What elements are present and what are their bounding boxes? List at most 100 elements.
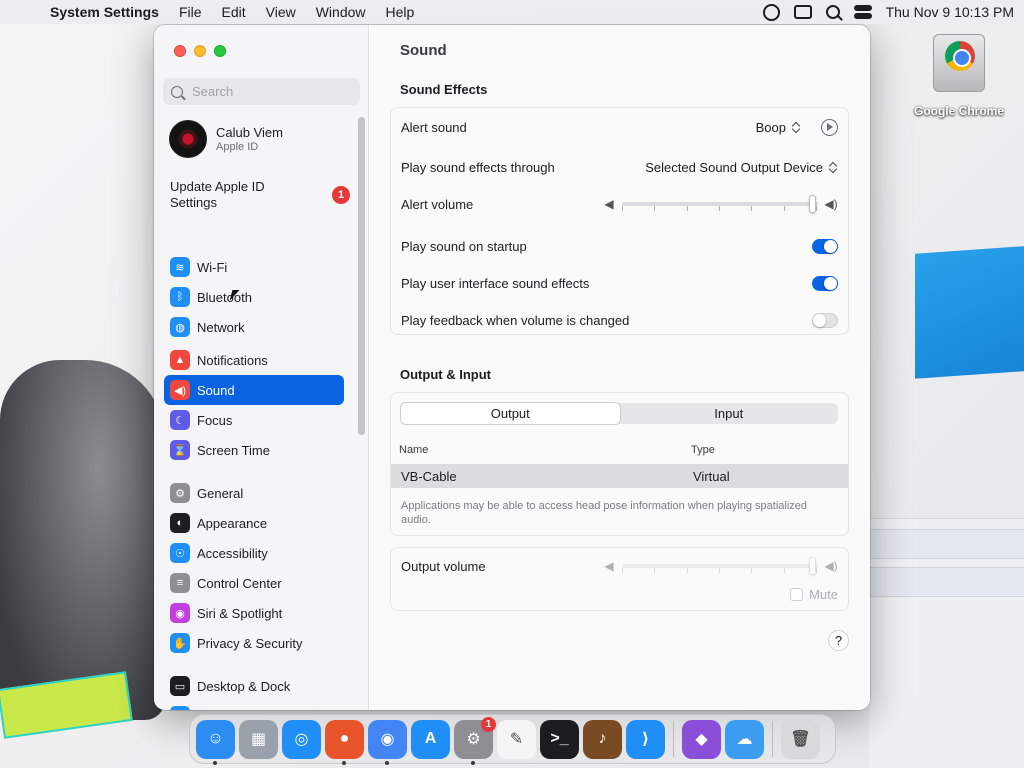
- startup-sound-row: Play sound on startup: [401, 236, 838, 256]
- sidebar-item-focus[interactable]: ☾ Focus: [164, 405, 344, 435]
- output-volume-row: Output volume ◀ ◀): [401, 556, 838, 576]
- grammarly-icon[interactable]: [762, 3, 780, 21]
- dock-terminal-icon[interactable]: >_: [540, 719, 579, 759]
- screen-mirroring-icon[interactable]: [793, 5, 812, 19]
- bluetooth-icon: ᛒ: [170, 287, 190, 307]
- sidebar-item-accessibility[interactable]: ☉ Accessibility: [164, 538, 344, 568]
- dock-system-settings-icon[interactable]: ⚙ 1: [454, 716, 496, 765]
- zoom-button[interactable]: [214, 45, 226, 57]
- dock-weather-icon[interactable]: ☁: [725, 719, 764, 759]
- background-window-fragment: [869, 518, 1024, 768]
- tab-input[interactable]: Input: [620, 403, 839, 424]
- update-apple-id-label: Update Apple ID Settings: [170, 179, 265, 210]
- sidebar-item-bluetooth[interactable]: ᛒ Bluetooth: [164, 282, 344, 312]
- avatar: [169, 120, 207, 158]
- sidebar-item-label: Control Center: [197, 575, 282, 591]
- notification-badge: 1: [332, 186, 350, 204]
- sidebar-item-sound[interactable]: ◀) Sound: [164, 375, 344, 405]
- table-row[interactable]: VB-Cable Virtual: [391, 464, 848, 488]
- search-icon: [171, 85, 183, 98]
- column-header-type[interactable]: Type: [691, 444, 715, 456]
- sound-settings-pane: Sound Sound Effects Alert sound Boop Pla…: [370, 25, 870, 710]
- dock-textedit-icon[interactable]: ✎: [497, 719, 536, 759]
- wallpaper-figure: [0, 360, 165, 720]
- minimize-button[interactable]: [194, 45, 206, 57]
- slider-tick: [654, 206, 655, 211]
- menu-bar: System Settings File Edit View Window He…: [0, 0, 1024, 24]
- alert-volume-slider[interactable]: ◀ ◀): [602, 195, 838, 213]
- dock-visual-studio-icon[interactable]: ◆: [682, 719, 721, 759]
- play-through-popup[interactable]: Selected Sound Output Device: [645, 160, 838, 175]
- speaker-low-icon: ◀: [604, 197, 614, 211]
- play-alert-icon[interactable]: [821, 118, 838, 136]
- sidebar-item-appearance[interactable]: ◐ Appearance: [164, 508, 344, 538]
- toggles-icon: ≡: [170, 573, 190, 593]
- system-settings-window: Calub Viem Apple ID Update Apple ID Sett…: [154, 25, 870, 710]
- dock-trash-icon[interactable]: 🗑: [781, 719, 820, 759]
- speaker-high-icon: ◀): [824, 197, 838, 211]
- search-input[interactable]: [192, 84, 352, 99]
- sidebar-item-label: General: [197, 485, 244, 501]
- tab-output[interactable]: Output: [401, 403, 620, 424]
- mute-checkbox[interactable]: Mute: [790, 587, 838, 602]
- sidebar-item-network[interactable]: ◍ Network: [164, 312, 344, 342]
- update-apple-id-item[interactable]: Update Apple ID Settings 1: [170, 179, 350, 211]
- sidebar-item-desktop-dock[interactable]: ▭ Desktop & Dock: [164, 671, 344, 701]
- slider-tick: [654, 568, 655, 573]
- slider-track[interactable]: [622, 557, 818, 575]
- dock-chrome-icon[interactable]: ◉: [368, 719, 407, 765]
- sidebar-item-control-center[interactable]: ≡ Control Center: [164, 568, 344, 598]
- close-button[interactable]: [174, 45, 186, 57]
- output-volume-label: Output volume: [401, 558, 486, 574]
- ui-effects-toggle[interactable]: [812, 275, 838, 291]
- menu-view[interactable]: View: [256, 4, 306, 20]
- slider-knob[interactable]: [809, 195, 816, 213]
- sidebar-item-label: Notifications: [197, 352, 268, 368]
- speaker-icon: ◀): [170, 380, 190, 400]
- slider-tick: [622, 568, 623, 573]
- menu-edit[interactable]: Edit: [212, 4, 256, 20]
- startup-sound-toggle[interactable]: [812, 238, 838, 254]
- help-button[interactable]: ?: [828, 630, 849, 651]
- alert-sound-popup[interactable]: Boop: [756, 118, 838, 136]
- menu-help[interactable]: Help: [376, 4, 425, 20]
- hand-icon: ✋: [170, 633, 190, 653]
- column-header-name[interactable]: Name: [399, 444, 428, 456]
- dock-garageband-icon[interactable]: ♪: [583, 719, 622, 759]
- menu-clock[interactable]: Thu Nov 9 10:13 PM: [886, 4, 1014, 20]
- menu-app-name[interactable]: System Settings: [40, 4, 169, 20]
- dock-firefox-icon[interactable]: ●: [325, 719, 364, 765]
- slider-knob[interactable]: [809, 557, 816, 575]
- checkbox-box[interactable]: [790, 588, 804, 601]
- volume-feedback-toggle[interactable]: [812, 312, 838, 328]
- account-subtitle: Apple ID: [216, 141, 259, 153]
- slider-track[interactable]: [622, 195, 818, 213]
- dock-finder-icon[interactable]: ☺: [196, 719, 235, 765]
- desktop-item-google-chrome[interactable]: Google Chrome: [905, 34, 1013, 118]
- sidebar-item-general[interactable]: ⚙ General: [164, 478, 344, 508]
- menu-file[interactable]: File: [169, 4, 212, 20]
- sidebar-item-displays[interactable]: ✺ Displays: [164, 701, 344, 710]
- sidebar-item-label: Accessibility: [197, 545, 268, 561]
- speaker-low-icon: ◀: [604, 559, 614, 573]
- dock-launchpad-icon[interactable]: ▦: [239, 719, 278, 759]
- sidebar-item-wi-fi[interactable]: ≋ Wi-Fi: [164, 252, 344, 282]
- spotlight-search-icon[interactable]: [825, 5, 840, 19]
- sidebar-item-notifications[interactable]: ▲ Notifications: [164, 345, 344, 375]
- slider-tick: [687, 568, 688, 573]
- dock-safari-icon[interactable]: ◎: [282, 719, 321, 759]
- sidebar-item-label: Siri & Spotlight: [197, 605, 283, 621]
- sidebar-item-siri-spotlight[interactable]: ◉ Siri & Spotlight: [164, 598, 344, 628]
- sidebar-item-screen-time[interactable]: ⌛ Screen Time: [164, 435, 344, 465]
- dock-vscode-icon[interactable]: ⟩: [626, 719, 665, 759]
- dock-icon: ▭: [170, 676, 190, 696]
- control-center-icon[interactable]: [853, 5, 872, 19]
- chevron-updown-icon: [829, 161, 838, 174]
- apple-id-account[interactable]: Calub Viem Apple ID: [169, 120, 283, 158]
- sidebar-scrollbar[interactable]: [358, 117, 365, 435]
- menu-window[interactable]: Window: [306, 4, 376, 20]
- dock-badge: 1: [481, 716, 496, 732]
- sidebar-item-privacy-security[interactable]: ✋ Privacy & Security: [164, 628, 344, 658]
- dock-app-store-icon[interactable]: A: [411, 719, 450, 759]
- output-volume-slider[interactable]: ◀ ◀): [602, 557, 838, 575]
